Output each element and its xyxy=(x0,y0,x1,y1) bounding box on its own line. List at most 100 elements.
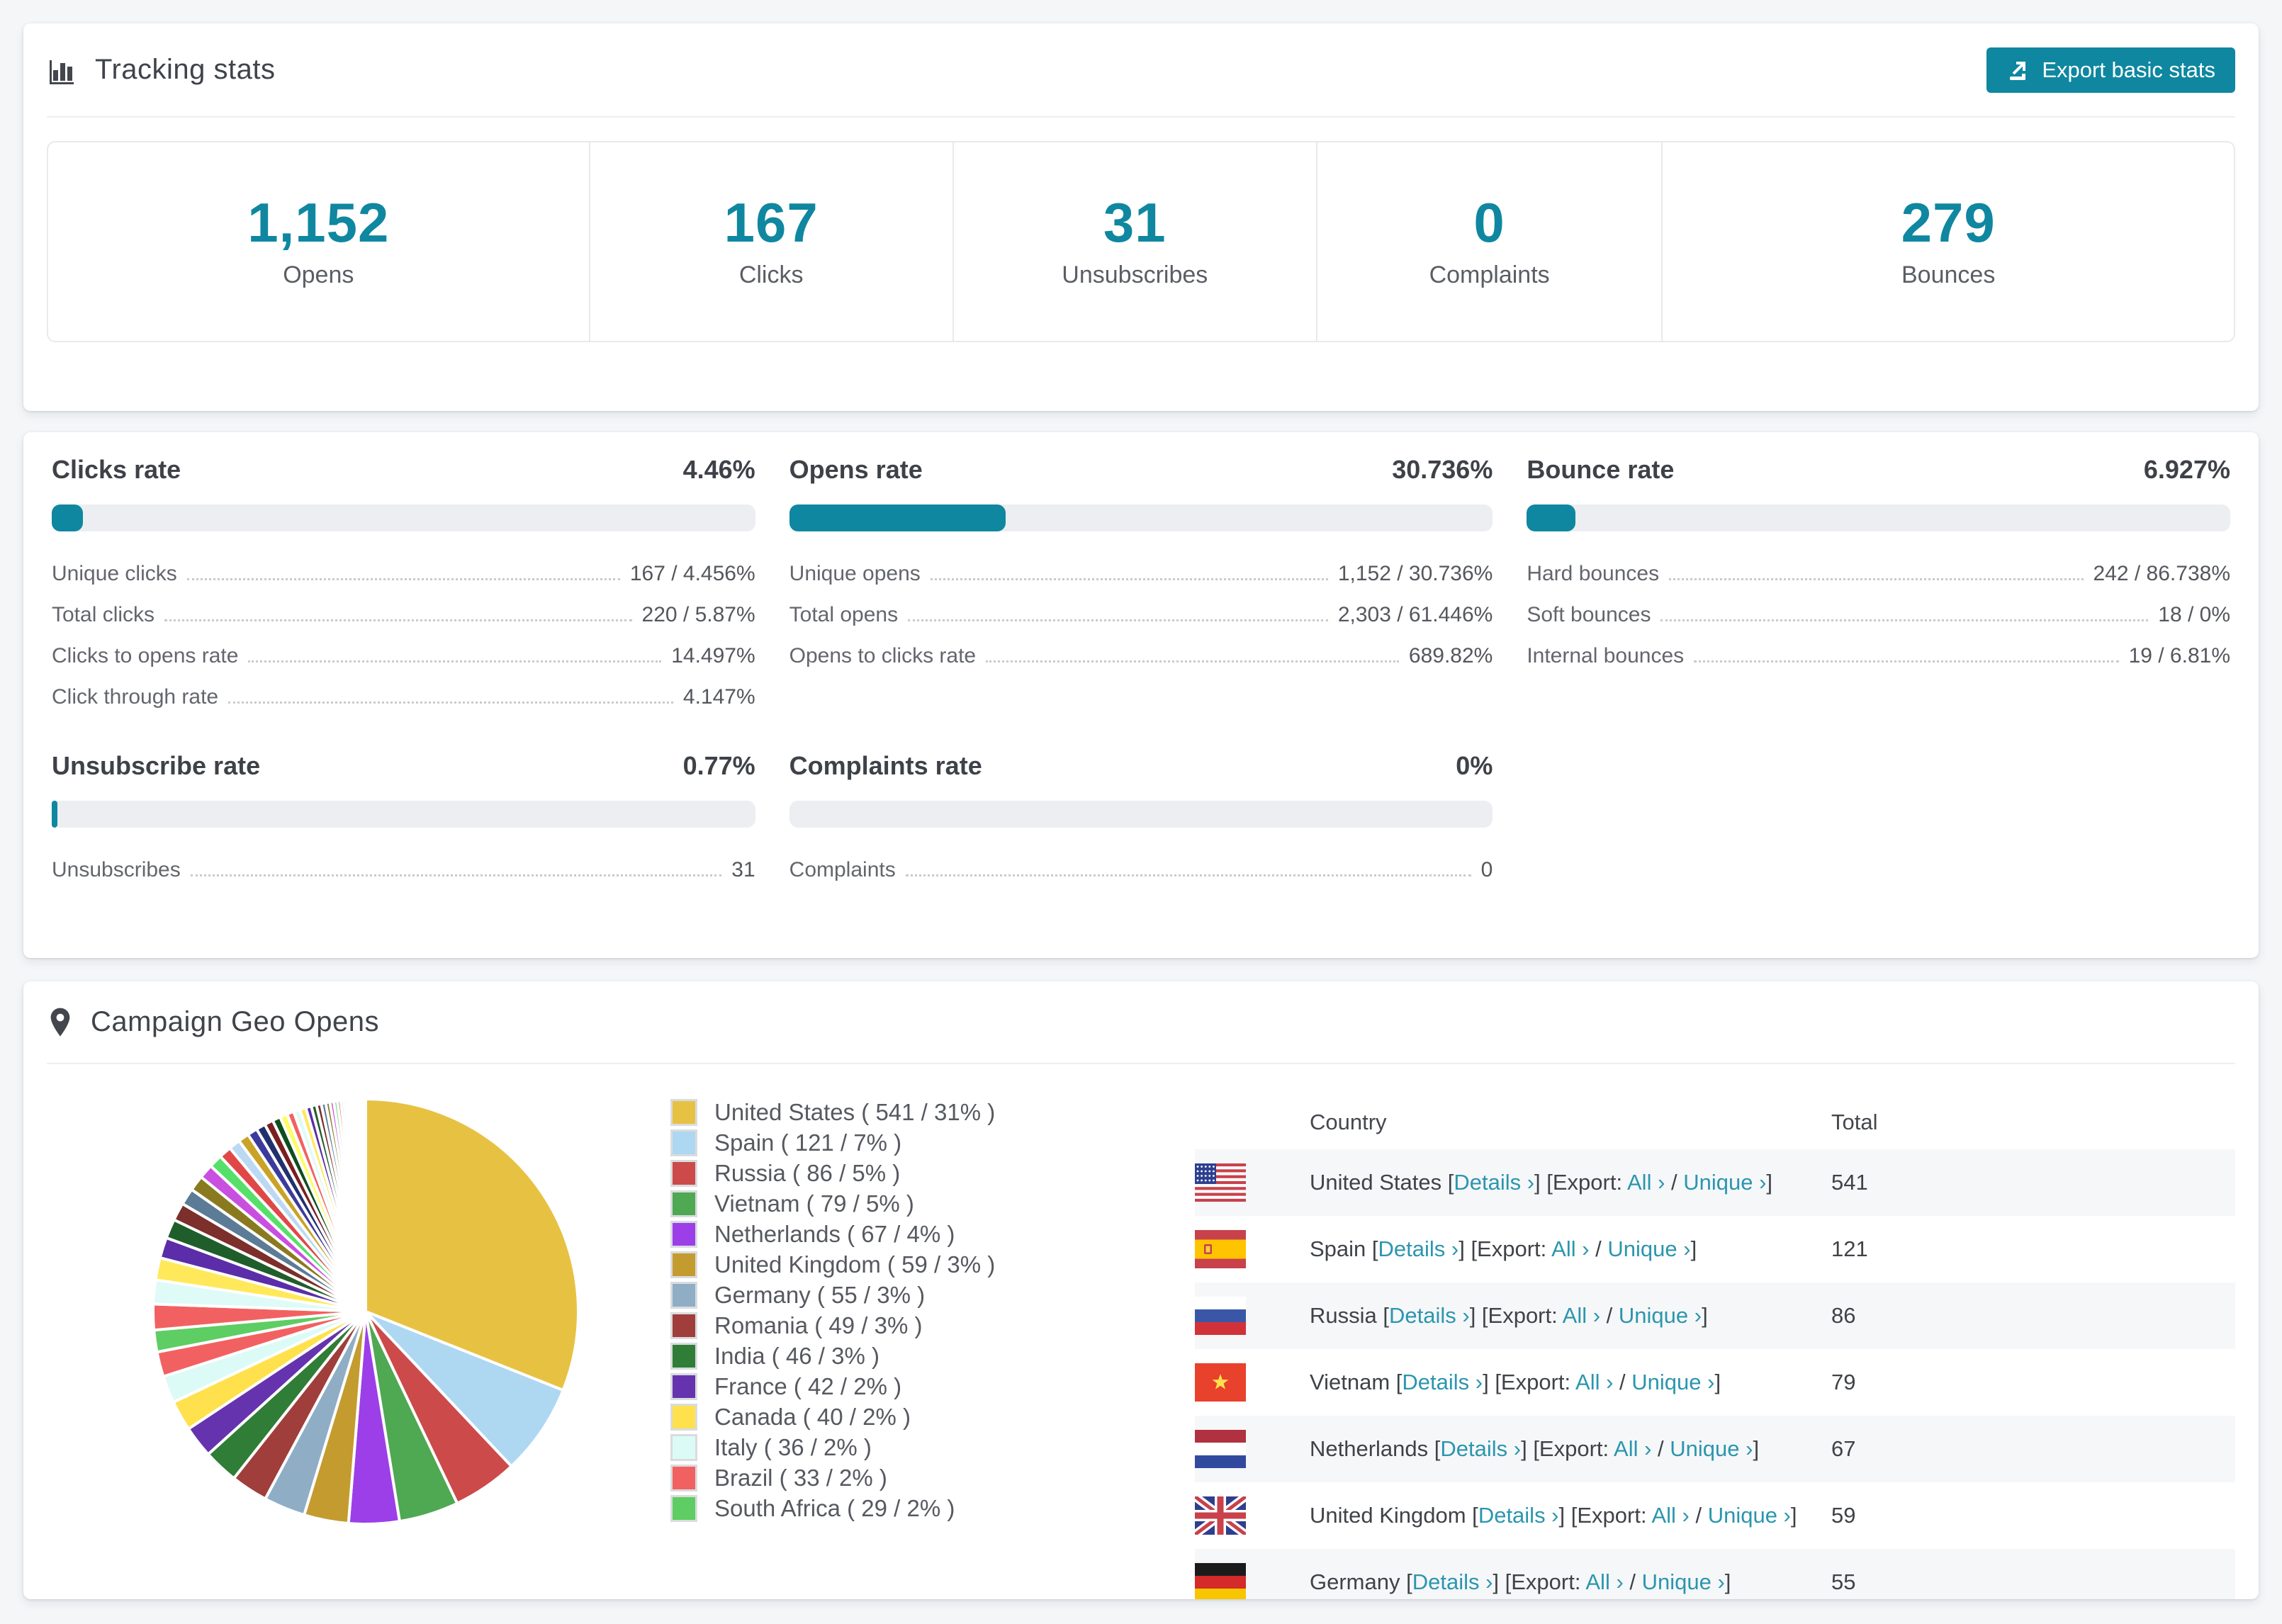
bar-chart-icon xyxy=(47,55,78,86)
details-link-nl[interactable]: Details › xyxy=(1440,1436,1521,1461)
country-text: Russia [Details ›] [Export: All › / Uniq… xyxy=(1310,1303,1708,1328)
legend-label: Germany ( 55 / 3% ) xyxy=(714,1281,926,1308)
export-all-link-de[interactable]: All › xyxy=(1585,1569,1623,1594)
stat-label-clicks: Clicks xyxy=(738,261,804,288)
rate-row-label: Clicks to opens rate xyxy=(52,644,239,667)
legend-label: Spain ( 121 / 7% ) xyxy=(714,1129,902,1156)
export-unique-link-us[interactable]: Unique › xyxy=(1683,1170,1766,1195)
rate-head-complaints: Complaints rate 0% xyxy=(789,751,1493,782)
dotted-leader xyxy=(190,874,722,876)
export-unique-link-de[interactable]: Unique › xyxy=(1642,1569,1725,1594)
dotted-leader xyxy=(908,619,1328,621)
progress-fill-bounce xyxy=(1527,504,1576,531)
legend-item-france: France ( 42 / 2% ) xyxy=(670,1371,1167,1402)
rate-row-complaints: Complaints 0 xyxy=(789,859,1493,881)
table-row-united-kingdom: United Kingdom [Details ›] [Export: All … xyxy=(1195,1482,2235,1549)
total-cell: 55 xyxy=(1831,1569,1856,1594)
rate-value-opens: 30.736% xyxy=(1392,455,1493,484)
export-unique-link-gb[interactable]: Unique › xyxy=(1708,1503,1791,1528)
dotted-leader xyxy=(228,701,673,704)
flag-icon-us xyxy=(1195,1163,1246,1202)
export-unique-link-nl[interactable]: Unique › xyxy=(1670,1436,1753,1461)
legend-swatch xyxy=(670,1342,697,1370)
export-all-link-nl[interactable]: All › xyxy=(1614,1436,1651,1461)
export-all-link-vn[interactable]: All › xyxy=(1575,1370,1613,1394)
flag-icon-vn xyxy=(1195,1363,1246,1402)
rate-row-label: Unique opens xyxy=(789,562,921,585)
country-column-header: Country xyxy=(1310,1110,1387,1134)
flag-icon-de xyxy=(1195,1563,1246,1599)
rate-row-soft-bounces: Soft bounces 18 / 0% xyxy=(1527,604,2230,626)
export-all-link-us[interactable]: All › xyxy=(1627,1170,1665,1195)
legend-swatch xyxy=(670,1098,697,1126)
dotted-leader xyxy=(248,660,662,662)
tracking-stats-header: Tracking stats Export basic stats xyxy=(23,23,2259,116)
country-cell: Netherlands [Details ›] [Export: All › /… xyxy=(1195,1430,1831,1468)
legend-swatch xyxy=(670,1220,697,1248)
rate-value-bounce: 6.927% xyxy=(2143,455,2230,484)
export-all-link-ru[interactable]: All › xyxy=(1563,1303,1600,1328)
country-text: United States [Details ›] [Export: All ›… xyxy=(1310,1170,1773,1195)
details-link-es[interactable]: Details › xyxy=(1378,1236,1459,1261)
country-text: Germany [Details ›] [Export: All › / Uni… xyxy=(1310,1569,1731,1594)
rate-row-label: Internal bounces xyxy=(1527,644,1685,667)
geo-pie-chart xyxy=(47,1095,670,1599)
legend-label: France ( 42 / 2% ) xyxy=(714,1372,902,1399)
legend-label: Canada ( 40 / 2% ) xyxy=(714,1403,911,1430)
progress-bar-unsubscribe xyxy=(52,801,755,828)
progress-bar-opens xyxy=(789,504,1493,531)
dotted-leader xyxy=(1660,619,2149,621)
dotted-leader xyxy=(930,578,1328,580)
rate-row-value: 18 / 0% xyxy=(2158,603,2230,626)
rate-value-clicks: 4.46% xyxy=(682,455,755,484)
export-basic-stats-button[interactable]: Export basic stats xyxy=(1986,47,2235,93)
flag-icon-nl xyxy=(1195,1430,1246,1468)
dotted-leader xyxy=(986,660,1399,662)
total-cell: 121 xyxy=(1831,1236,1868,1261)
table-row-vietnam: Vietnam [Details ›] [Export: All › / Uni… xyxy=(1195,1349,2235,1416)
campaign-geo-opens-header: Campaign Geo Opens xyxy=(23,981,2259,1063)
legend-item-canada: Canada ( 40 / 2% ) xyxy=(670,1402,1167,1432)
rate-row-unsubscribes: Unsubscribes 31 xyxy=(52,859,755,881)
rate-rows-bounce: Hard bounces 242 / 86.738% Soft bounces 18 … xyxy=(1527,563,2230,667)
legend-item-india: India ( 46 / 3% ) xyxy=(670,1341,1167,1371)
legend-item-united-kingdom: United Kingdom ( 59 / 3% ) xyxy=(670,1249,1167,1280)
details-link-ru[interactable]: Details › xyxy=(1389,1303,1470,1328)
legend-item-vietnam: Vietnam ( 79 / 5% ) xyxy=(670,1188,1167,1219)
legend-label: United States ( 541 / 31% ) xyxy=(714,1098,996,1125)
rate-row-value: 2,303 / 61.446% xyxy=(1337,603,1493,626)
total-cell: 86 xyxy=(1831,1303,1856,1328)
export-unique-link-ru[interactable]: Unique › xyxy=(1619,1303,1702,1328)
legend-label: South Africa ( 29 / 2% ) xyxy=(714,1494,955,1521)
export-all-link-gb[interactable]: All › xyxy=(1651,1503,1689,1528)
rate-block-clicks: Clicks rate 4.46% Unique clicks 167 / 4.456… xyxy=(52,455,755,709)
export-unique-link-es[interactable]: Unique › xyxy=(1607,1236,1690,1261)
legend-item-germany: Germany ( 55 / 3% ) xyxy=(670,1280,1167,1310)
flag-icon-es xyxy=(1195,1230,1246,1268)
rate-title-bounce: Bounce rate xyxy=(1527,455,1675,484)
details-link-us[interactable]: Details › xyxy=(1454,1170,1534,1195)
table-row-united-states: United States [Details ›] [Export: All ›… xyxy=(1195,1149,2235,1216)
rate-row-value: 31 xyxy=(731,858,755,881)
dotted-leader xyxy=(1694,660,2119,662)
export-all-link-es[interactable]: All › xyxy=(1551,1236,1589,1261)
dotted-leader xyxy=(186,578,620,580)
rate-title-clicks: Clicks rate xyxy=(52,455,181,484)
progress-bar-complaints xyxy=(789,801,1493,828)
legend-label: Netherlands ( 67 / 4% ) xyxy=(714,1220,955,1247)
stat-bounces: 279 Bounces xyxy=(1663,142,2234,341)
rate-row-label: Unique clicks xyxy=(52,562,177,585)
legend-item-romania: Romania ( 49 / 3% ) xyxy=(670,1310,1167,1341)
total-cell: 67 xyxy=(1831,1436,1856,1461)
details-link-de[interactable]: Details › xyxy=(1412,1569,1493,1594)
rate-row-value: 167 / 4.456% xyxy=(629,562,755,585)
rate-row-label: Opens to clicks rate xyxy=(789,644,977,667)
export-unique-link-vn[interactable]: Unique › xyxy=(1631,1370,1714,1394)
details-link-vn[interactable]: Details › xyxy=(1402,1370,1483,1394)
pie-slice-other-40[interactable] xyxy=(362,1098,367,1313)
details-link-gb[interactable]: Details › xyxy=(1478,1503,1559,1528)
rates-grid: Clicks rate 4.46% Unique clicks 167 / 4.456… xyxy=(23,432,2259,881)
rate-row-click-through-rate: Click through rate 4.147% xyxy=(52,686,755,709)
legend-swatch xyxy=(670,1159,697,1187)
rate-rows-clicks: Unique clicks 167 / 4.456% Total clicks 220… xyxy=(52,563,755,709)
